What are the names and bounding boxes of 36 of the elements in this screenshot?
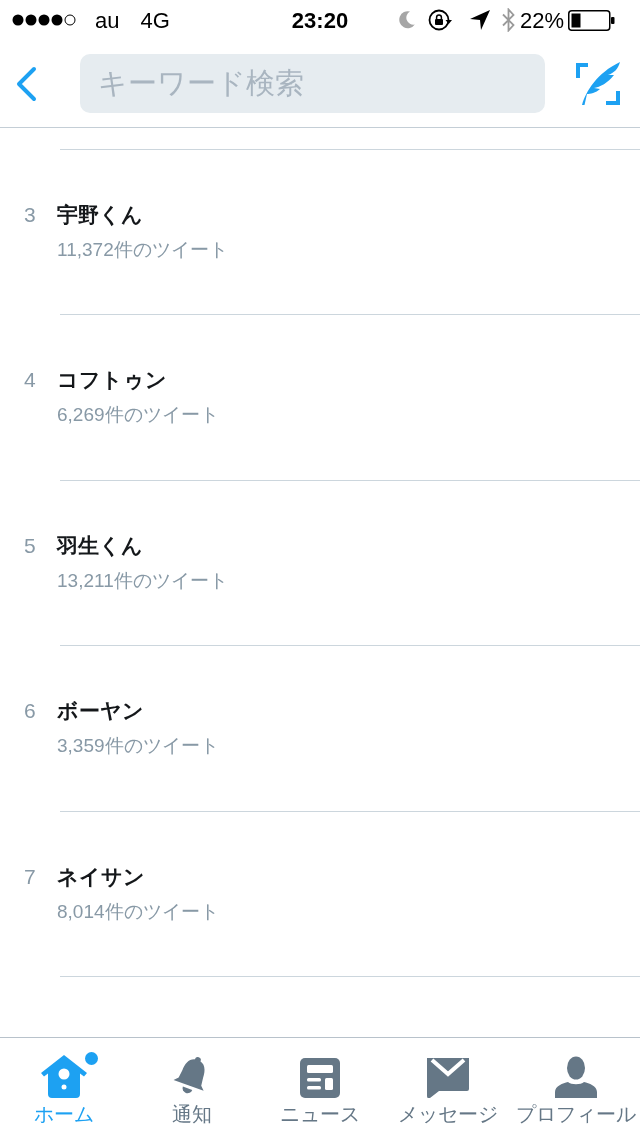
trend-rank: 3 <box>24 202 36 228</box>
tweet-count: 8,014件のツイート <box>57 899 219 924</box>
carrier-name: au <box>95 6 120 35</box>
bluetooth-icon <box>501 8 515 32</box>
trend-name[interactable]: ネイサン <box>57 862 145 891</box>
status-time: 23:20 <box>291 6 349 35</box>
tweet-count: 6,269件のツイート <box>57 403 219 428</box>
tab[interactable]: メッセージ <box>384 1038 512 1136</box>
trend-rank: 6 <box>24 698 36 725</box>
trend-rank: 5 <box>24 532 36 559</box>
envelope-icon <box>427 1058 469 1098</box>
trend-name[interactable]: ボーヤン <box>57 697 144 726</box>
tab[interactable]: ニュース <box>256 1038 384 1136</box>
location-arrow-icon <box>469 10 490 30</box>
tweet-count: 3,359件のツイート <box>57 734 219 759</box>
network-type: 4G <box>140 6 170 35</box>
tweet-count: 11,372件のツイート <box>57 238 228 262</box>
tab[interactable]: 通知 <box>128 1038 256 1136</box>
moon-icon <box>398 11 415 29</box>
tweet-count: 13,211件のツイート <box>57 568 228 593</box>
trend-rank: 4 <box>24 367 36 394</box>
trend-name[interactable]: コフトゥン <box>57 366 167 395</box>
battery-icon <box>568 9 615 31</box>
back-chevron-icon[interactable] <box>15 65 37 102</box>
trend-rank: 7 <box>24 863 36 890</box>
battery-percentage: 22% <box>519 6 564 35</box>
tab[interactable]: プロフィール <box>512 1038 640 1136</box>
birdhouse-icon <box>40 1054 88 1098</box>
rotation-lock-icon <box>427 9 452 31</box>
trend-name[interactable]: 宇野くん <box>57 201 143 229</box>
compose-feather-icon[interactable] <box>575 60 621 107</box>
newspaper-icon <box>300 1058 340 1098</box>
search-field[interactable]: キーワード検索 <box>80 54 545 113</box>
person-icon <box>555 1056 597 1098</box>
trend-name[interactable]: 羽生くん <box>57 531 143 560</box>
signal-strength-icon <box>12 14 76 26</box>
